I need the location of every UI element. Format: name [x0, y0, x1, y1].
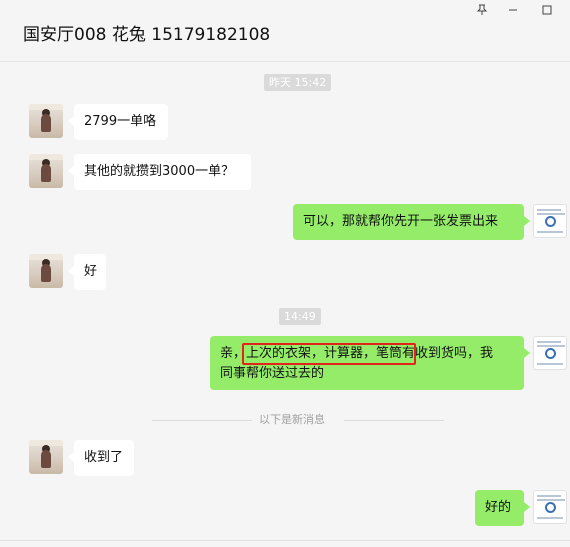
divider-line: [152, 420, 252, 421]
new-messages-divider: 以下是新消息: [259, 413, 325, 426]
contact-avatar[interactable]: [29, 104, 63, 138]
timestamp: 昨天 15:42: [264, 74, 332, 91]
chat-header: 国安厅008 花兔 15179182108: [0, 0, 570, 62]
maximize-icon[interactable]: [538, 4, 556, 19]
message-text: 2799一单咯: [84, 114, 157, 129]
minimize-icon[interactable]: [504, 4, 522, 19]
message-text: 收到了: [84, 450, 124, 465]
divider-line: [344, 420, 444, 421]
timestamp: 14:49: [279, 308, 321, 325]
self-avatar[interactable]: [533, 336, 567, 370]
highlight-box: [242, 343, 416, 365]
message-text: 好: [84, 264, 98, 279]
chat-title: 国安厅008 花兔 15179182108: [23, 25, 271, 45]
message-bubble-sent[interactable]: 可以，那就帮你先开一张发票出来: [293, 204, 524, 240]
message-text: 好的: [485, 500, 512, 515]
pin-icon[interactable]: [473, 4, 491, 19]
message-bubble-received[interactable]: 好: [74, 254, 106, 290]
self-avatar[interactable]: [533, 204, 567, 238]
message-text: 其他的就攒到3000一单？: [84, 164, 235, 179]
message-text-line: 同事帮你送过去的: [220, 366, 325, 381]
contact-avatar[interactable]: [29, 440, 63, 474]
message-text: 可以，那就帮你先开一张发票出来: [303, 214, 499, 229]
message-bubble-received[interactable]: 2799一单咯: [74, 104, 168, 140]
contact-avatar[interactable]: [29, 254, 63, 288]
message-bubble-sent[interactable]: 好的: [475, 490, 524, 526]
contact-avatar[interactable]: [29, 154, 63, 188]
self-avatar[interactable]: [533, 490, 567, 524]
message-bubble-received[interactable]: 收到了: [74, 440, 134, 476]
message-bubble-received[interactable]: 其他的就攒到3000一单？: [74, 154, 251, 190]
